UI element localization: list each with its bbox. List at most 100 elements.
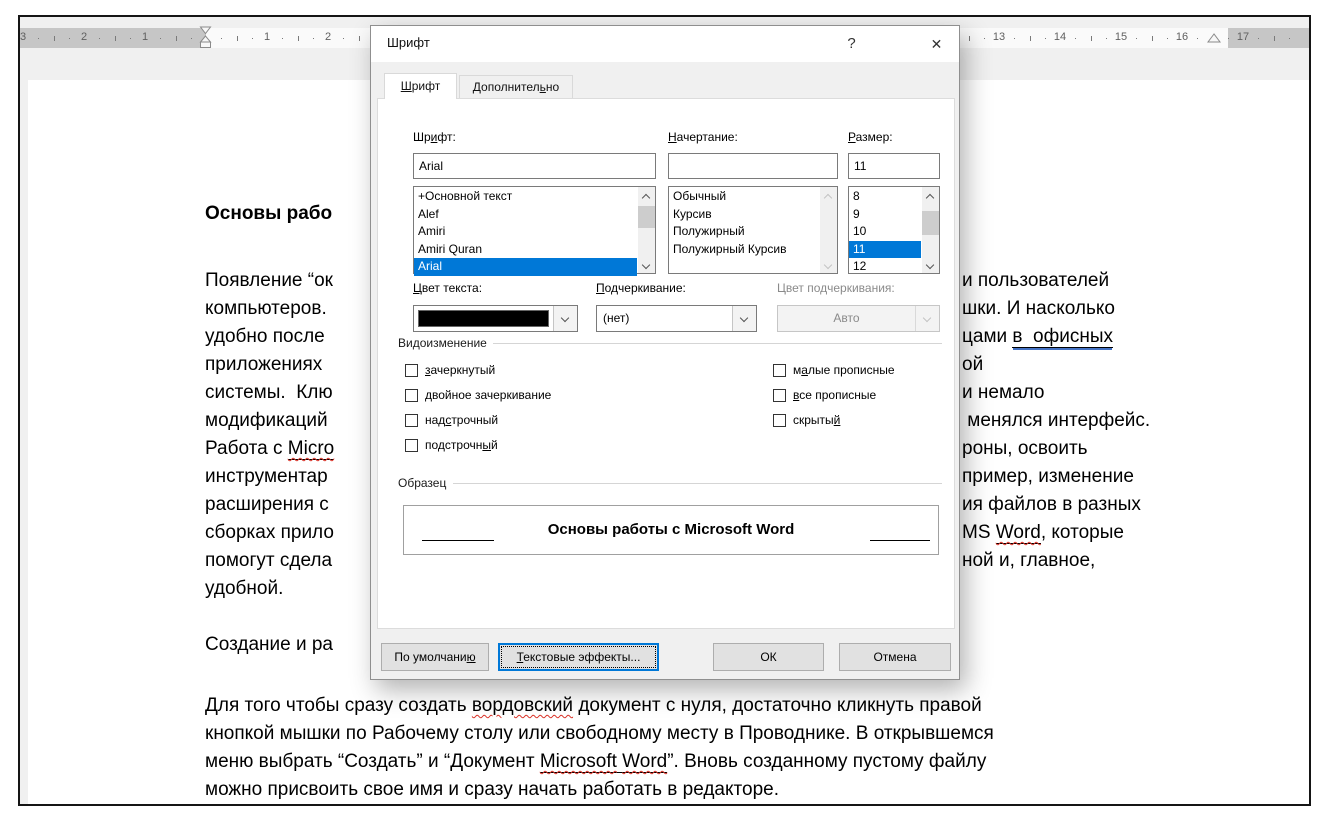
text-line: сборках прило (205, 519, 334, 547)
text-color-combobox[interactable] (413, 305, 578, 332)
text-effects-button[interactable]: Текстовые эффекты... (498, 643, 659, 671)
list-item[interactable]: Обычный (669, 188, 819, 206)
document-text-left: Появление “оккомпьютеров.удобно послепри… (205, 267, 334, 659)
font-list-scrollbar[interactable] (638, 187, 655, 273)
checkbox[interactable] (405, 389, 418, 402)
font-style-list[interactable]: Обычный Курсив Полужирный Полужирный Кур… (668, 186, 838, 274)
ruler-tick (1167, 38, 1168, 39)
dialog-titlebar[interactable]: Шрифт ? ✕ (371, 26, 959, 62)
underline-style-combobox[interactable]: (нет) (596, 305, 757, 332)
underline-color-label: Цвет подчеркивания: (777, 281, 895, 295)
text-line: Работа с Micro (205, 435, 334, 463)
text-line: цами в офисных (962, 323, 1150, 351)
text-line: компьютеров. (205, 295, 334, 323)
text-line: шки. И насколько (962, 295, 1150, 323)
scroll-down-icon[interactable] (922, 256, 939, 273)
ok-button[interactable]: ОК (713, 643, 824, 671)
scroll-down-icon[interactable] (638, 256, 655, 273)
ruler-tick (1091, 36, 1092, 41)
font-dialog: Шрифт ? ✕ Шрифт Дополнительно Шрифт: Нач… (370, 25, 960, 680)
ruler-number: 17 (1237, 31, 1249, 43)
underline-style-label: Подчеркивание: (596, 281, 686, 295)
ruler-number: 2 (81, 31, 87, 43)
scroll-up-icon[interactable] (638, 187, 655, 204)
font-list[interactable]: +Основной текст Alef Amiri Amiri Quran A… (413, 186, 656, 274)
chevron-down-icon[interactable] (553, 306, 577, 331)
close-icon[interactable]: ✕ (914, 26, 959, 62)
ruler-tick (298, 36, 299, 41)
checkbox[interactable] (773, 389, 786, 402)
word-document-window: 3211234567891011121314151617 Основы рабо… (18, 15, 1311, 806)
chevron-down-icon[interactable] (732, 306, 756, 331)
default-button[interactable]: По умолчанию (381, 643, 489, 671)
font-preview-box: Основы работы с Microsoft Word (403, 505, 939, 555)
list-item[interactable]: 10 (849, 223, 921, 241)
list-item[interactable]: Полужирный Курсив (669, 241, 819, 259)
font-label: Шрифт: (413, 130, 456, 144)
list-item[interactable]: 9 (849, 206, 921, 224)
font-style-input[interactable] (668, 153, 838, 179)
list-item[interactable]: Amiri (414, 223, 637, 241)
list-item[interactable]: Курсив (669, 206, 819, 224)
text-line: ой (962, 351, 1150, 379)
tab-advanced[interactable]: Дополнительно (459, 75, 573, 99)
ruler-tick (160, 38, 161, 39)
ruler-tick (1152, 36, 1153, 41)
list-item[interactable]: 8 (849, 188, 921, 206)
scroll-up-icon[interactable] (922, 187, 939, 204)
list-item[interactable]: Полужирный (669, 223, 819, 241)
font-size-input[interactable]: 11 (848, 153, 940, 179)
ruler-number: 16 (1176, 31, 1188, 43)
scrollbar-thumb[interactable] (638, 206, 655, 228)
ruler-tick (1045, 38, 1046, 39)
ruler-tick (343, 38, 344, 39)
cancel-button[interactable]: Отмена (839, 643, 951, 671)
text-line: Создание и ра (205, 631, 334, 659)
text-line: приложениях (205, 351, 334, 379)
ruler-number: 2 (325, 31, 331, 43)
checkbox[interactable] (773, 364, 786, 377)
checkbox[interactable] (405, 414, 418, 427)
text-line: Для того чтобы сразу создать вордовский … (205, 692, 994, 720)
list-item-selected[interactable]: Arial (414, 258, 637, 276)
font-name-input[interactable]: Arial (413, 153, 656, 179)
font-size-list[interactable]: 8 9 10 11 12 (848, 186, 940, 274)
ruler-tick (130, 38, 131, 39)
style-label: Начертание: (668, 130, 738, 144)
checkbox[interactable] (773, 414, 786, 427)
size-label: Размер: (848, 130, 893, 144)
text-line: удобно после (205, 323, 334, 351)
underline-color-value: Авто (778, 311, 915, 325)
text-line: помогут сдела (205, 547, 334, 575)
text-line: расширения с (205, 491, 334, 519)
ruler-tick (1014, 38, 1015, 39)
ruler-tick (1258, 38, 1259, 39)
chevron-down-icon (915, 306, 939, 331)
ruler-number: 3 (20, 31, 26, 43)
checkbox[interactable] (405, 439, 418, 452)
indent-marker-icon[interactable] (199, 26, 212, 49)
right-indent-marker-icon[interactable] (1207, 31, 1221, 45)
list-item[interactable]: Amiri Quran (414, 241, 637, 259)
text-line: кнопкой мышки по Рабочему столу или своб… (205, 720, 994, 748)
scroll-down-icon (820, 256, 837, 273)
ruler-tick (54, 36, 55, 41)
help-icon[interactable]: ? (829, 26, 874, 62)
text-line: ной и, главное, (962, 547, 1150, 575)
tab-font[interactable]: Шрифт (384, 73, 457, 99)
text-line: и пользователей (962, 267, 1150, 295)
scrollbar-thumb[interactable] (922, 211, 939, 235)
ruler-number: 15 (1115, 31, 1127, 43)
list-item-selected[interactable]: 11 (849, 241, 921, 259)
text-color-label: Цвет текста: (413, 281, 482, 295)
style-list-scrollbar[interactable] (820, 187, 837, 273)
list-item[interactable]: 12 (849, 258, 921, 276)
text-line: менялся интерфейс. (962, 407, 1150, 435)
list-item[interactable]: Alef (414, 206, 637, 224)
list-item[interactable]: +Основной текст (414, 188, 637, 206)
ruler-tick (191, 38, 192, 39)
size-list-scrollbar[interactable] (922, 187, 939, 273)
ruler-number: 1 (142, 31, 148, 43)
underline-style-value: (нет) (603, 311, 629, 325)
checkbox[interactable] (405, 364, 418, 377)
